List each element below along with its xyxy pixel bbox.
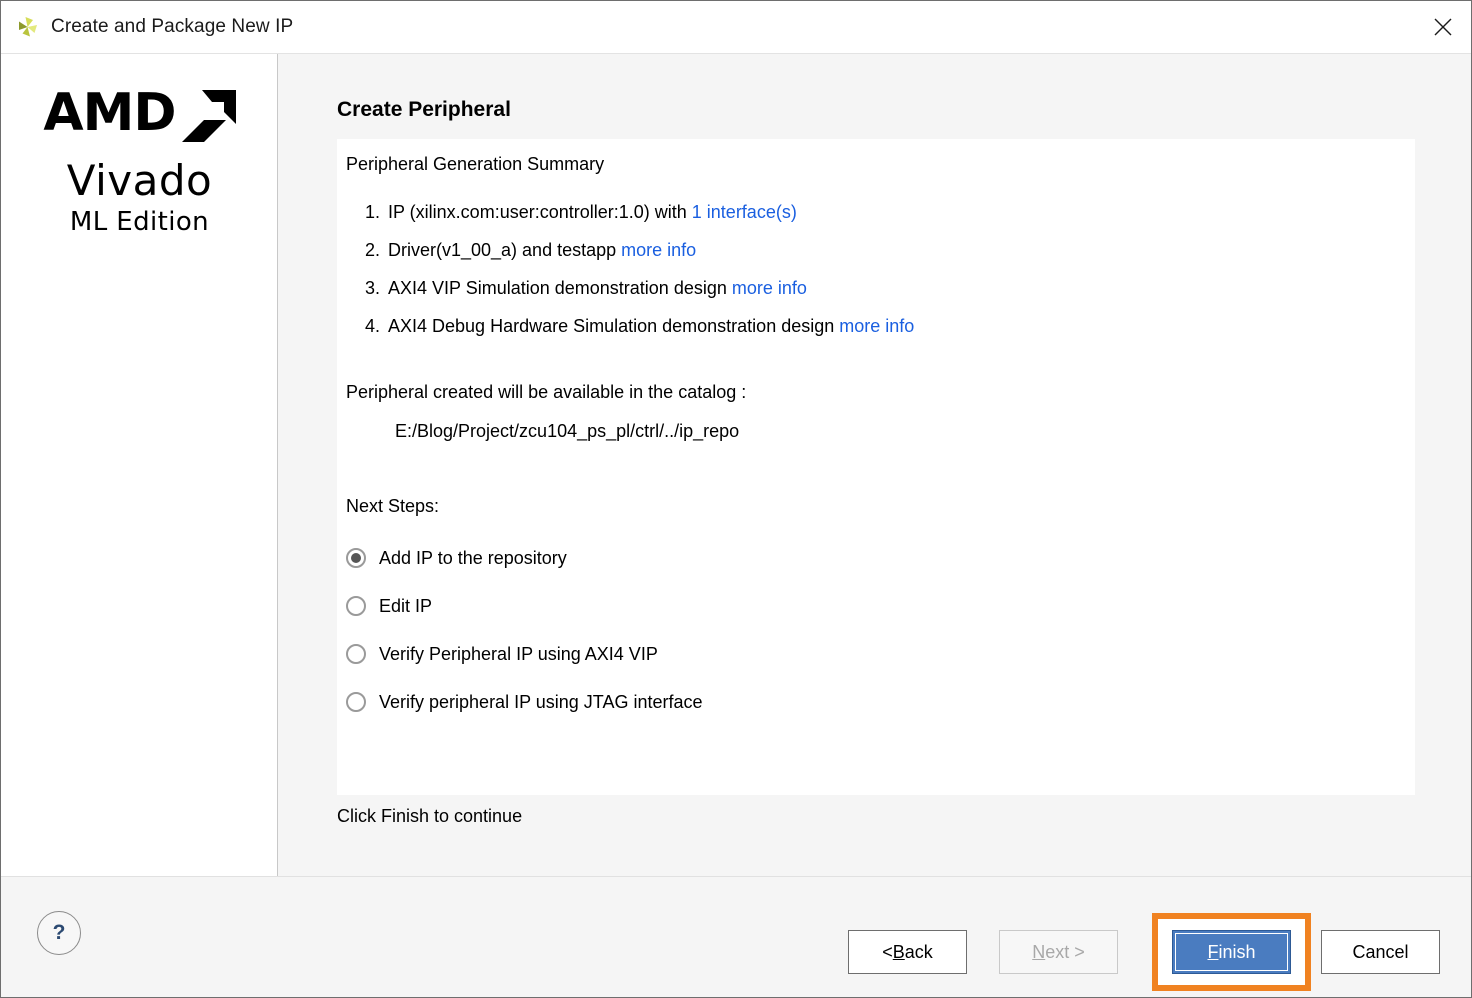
vivado-pinwheel-icon xyxy=(15,14,41,40)
summary-panel: Peripheral Generation Summary 1. IP (xili… xyxy=(337,139,1415,795)
vivado-wordmark: Vivado xyxy=(66,156,213,205)
close-icon[interactable] xyxy=(1415,1,1471,53)
list-item-text: AXI4 Debug Hardware Simulation demonstra… xyxy=(388,316,840,336)
radio-label: Edit IP xyxy=(379,595,433,616)
driver-more-info-link[interactable]: more info xyxy=(621,240,696,260)
list-item: 2. Driver(v1_00_a) and testapp more info xyxy=(346,231,1396,269)
amd-logo: AMD xyxy=(43,83,236,147)
cancel-button-label: Cancel xyxy=(1352,941,1409,962)
summary-heading: Peripheral Generation Summary xyxy=(346,154,605,174)
next-steps-label: Next Steps: xyxy=(346,496,440,516)
finish-button-mnemonic: F xyxy=(1207,941,1219,962)
list-item-number: 1. xyxy=(364,202,380,222)
branding-sidebar: AMD Vivado ML Edition xyxy=(1,54,278,876)
axi4-vip-more-info-link[interactable]: more info xyxy=(732,278,807,298)
edition-label: ML Edition xyxy=(69,207,210,237)
list-item: 3. AXI4 VIP Simulation demonstration desi… xyxy=(346,269,1396,307)
page-title: Create Peripheral xyxy=(337,98,511,121)
finish-button-suffix: inish xyxy=(1218,941,1256,962)
title-bar: Create and Package New IP xyxy=(1,1,1471,54)
window-title: Create and Package New IP xyxy=(51,16,294,37)
create-and-package-new-ip-dialog: Create and Package New IP AMD Vivado ML … xyxy=(0,0,1472,998)
back-button[interactable]: < Back xyxy=(848,930,967,974)
next-button-suffix: ext > xyxy=(1045,941,1085,962)
next-steps-radio-group: Add IP to the repository Edit IP Verify … xyxy=(346,534,703,726)
radio-label: Verify peripheral IP using JTAG interfac… xyxy=(379,691,703,712)
back-button-prefix: < xyxy=(882,941,893,962)
list-item-number: 3. xyxy=(364,278,380,298)
main-content: Create Peripheral Peripheral Generation … xyxy=(278,54,1471,876)
axi4-debug-more-info-link[interactable]: more info xyxy=(839,316,914,336)
list-item-text: AXI4 VIP Simulation demonstration design xyxy=(388,278,732,298)
next-button[interactable]: Next > xyxy=(999,930,1118,974)
dialog-body: AMD Vivado ML Edition Create Peripheral … xyxy=(1,54,1471,876)
list-item-number: 2. xyxy=(364,240,380,260)
finish-highlight-annotation: Finish xyxy=(1152,913,1311,991)
generation-summary-list: 1. IP (xilinx.com:user:controller:1.0) wi… xyxy=(346,193,1396,345)
question-mark-icon: ? xyxy=(52,921,66,944)
brand-block: AMD Vivado ML Edition xyxy=(1,83,278,237)
radio-indicator[interactable] xyxy=(346,548,366,568)
help-button[interactable]: ? xyxy=(37,911,81,955)
radio-label: Verify Peripheral IP using AXI4 VIP xyxy=(379,643,658,664)
dialog-footer: ? < Back Next > Finish Cancel xyxy=(1,876,1471,997)
interfaces-link[interactable]: 1 interface(s) xyxy=(692,202,797,222)
catalog-path: E:/Blog/Project/zcu104_ps_pl/ctrl/../ip_… xyxy=(395,421,740,441)
finish-button[interactable]: Finish xyxy=(1172,930,1291,974)
radio-indicator[interactable] xyxy=(346,692,366,712)
list-item-number: 4. xyxy=(364,316,380,336)
cancel-button[interactable]: Cancel xyxy=(1321,930,1440,974)
list-item: 4. AXI4 Debug Hardware Simulation demonst… xyxy=(346,307,1396,345)
back-button-mnemonic: B xyxy=(892,941,905,962)
button-bar: < Back Next > Finish Cancel xyxy=(848,913,1440,991)
back-button-suffix: ack xyxy=(904,941,933,962)
radio-label: Add IP to the repository xyxy=(379,547,567,568)
amd-wordmark: AMD xyxy=(43,83,176,143)
radio-option-edit-ip[interactable]: Edit IP xyxy=(346,582,703,630)
radio-indicator[interactable] xyxy=(346,596,366,616)
list-item-text: Driver(v1_00_a) and testapp xyxy=(388,240,622,260)
list-item: 1. IP (xilinx.com:user:controller:1.0) wi… xyxy=(346,193,1396,231)
radio-indicator[interactable] xyxy=(346,644,366,664)
next-button-mnemonic: N xyxy=(1032,941,1046,962)
amd-arrow-icon xyxy=(181,90,236,147)
list-item-text: IP (xilinx.com:user:controller:1.0) with xyxy=(388,202,692,222)
radio-option-add-ip-to-repository[interactable]: Add IP to the repository xyxy=(346,534,703,582)
radio-option-verify-jtag[interactable]: Verify peripheral IP using JTAG interfac… xyxy=(346,678,703,726)
catalog-label: Peripheral created will be available in … xyxy=(346,382,747,402)
radio-option-verify-axi4-vip[interactable]: Verify Peripheral IP using AXI4 VIP xyxy=(346,630,703,678)
finish-hint: Click Finish to continue xyxy=(337,806,523,826)
